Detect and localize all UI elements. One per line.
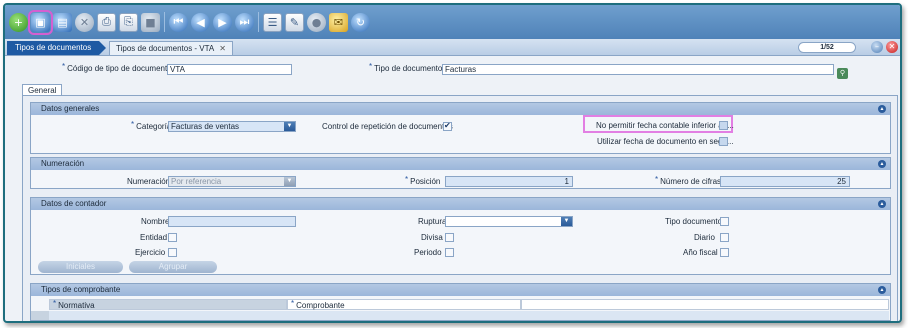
lookup-icon[interactable]: ⚲ [837, 68, 848, 79]
section-tipos-comprobante: Tipos de comprobante ▲ Normativa Comprob… [30, 283, 891, 321]
toolbar-separator [258, 12, 259, 32]
window-tabbar: Tipos de documentos Tipos de documentos … [5, 39, 900, 56]
collapse-icon[interactable]: ▲ [878, 160, 886, 168]
ruptura-label: Ruptura [418, 217, 447, 226]
section-numeracion: Numeración ▲ Numeración Por referencia ▼… [30, 157, 891, 189]
section-header[interactable]: Datos generales ▲ [31, 103, 890, 115]
last-icon[interactable]: ⏭ [235, 12, 254, 32]
categoria-select[interactable]: Facturas de ventas ▼ [168, 121, 296, 132]
posicion-label: Posición [405, 177, 440, 186]
cifras-label: Número de cifras [655, 177, 721, 186]
no-permitir-checkbox[interactable] [719, 121, 728, 130]
toolbar-separator [164, 12, 165, 32]
section-header[interactable]: Numeración ▲ [31, 158, 890, 170]
window-close-icon[interactable]: ✕ [886, 41, 898, 53]
section-header[interactable]: Tipos de comprobante ▲ [31, 284, 890, 296]
previous-icon[interactable]: ◀ [191, 12, 210, 32]
code-label: Código de tipo de documento [62, 64, 172, 73]
posicion-field[interactable]: 1 [445, 176, 573, 187]
entidad-label: Entidad [140, 233, 168, 242]
diario-checkbox[interactable] [720, 233, 729, 242]
section-header[interactable]: Datos de contador ▲ [31, 198, 890, 210]
print-icon[interactable]: ⎙ [97, 12, 116, 32]
attach-icon[interactable]: ✎ [285, 12, 304, 32]
document-icon[interactable]: ☰ [263, 12, 282, 32]
table-row[interactable] [49, 311, 889, 320]
save-close-icon[interactable]: ▤ [53, 12, 72, 32]
tipo-documento-checkbox[interactable] [720, 217, 729, 226]
ejercicio-label: Ejercicio [135, 248, 166, 257]
close-icon[interactable]: ✕ [219, 44, 226, 53]
agrupar-button[interactable]: Agrupar [129, 261, 217, 273]
collapse-icon[interactable]: ▲ [878, 200, 886, 208]
delete-icon[interactable]: ✕ [75, 12, 94, 32]
collapse-icon[interactable]: ▲ [878, 286, 886, 294]
numeracion-select[interactable]: Por referencia ▼ [168, 176, 296, 187]
next-icon[interactable]: ▶ [213, 12, 232, 32]
first-icon[interactable]: ⏮ [169, 12, 188, 32]
section-title: Tipos de comprobante [41, 285, 121, 294]
column-header-empty [521, 299, 889, 310]
column-label: Normativa [58, 301, 95, 310]
save-icon[interactable]: ▣ [28, 9, 53, 35]
type-label: Tipo de documento [369, 64, 442, 73]
control-checkbox[interactable] [443, 121, 452, 131]
utilizar-label: Utilizar fecha de documento en segu... [597, 137, 734, 146]
chevron-down-icon[interactable]: ▼ [561, 217, 572, 226]
chevron-down-icon[interactable]: ▼ [284, 122, 295, 131]
nombre-field[interactable] [168, 216, 296, 227]
utilizar-checkbox[interactable] [719, 137, 728, 146]
disabled-icon: ■ [141, 12, 160, 32]
periodo-label: Periodo [414, 248, 442, 257]
refresh-icon[interactable]: ↻ [351, 12, 370, 32]
section-datos-contador: Datos de contador ▲ Nombre Ruptura ▼ Tip… [30, 197, 891, 275]
column-header-comprobante[interactable]: Comprobante [287, 299, 521, 310]
tab-parent-label: Tipos de documentos [15, 43, 92, 52]
disabled-icon-2: ● [307, 12, 326, 32]
periodo-checkbox[interactable] [445, 248, 454, 257]
section-title: Numeración [41, 159, 85, 168]
numeracion-value: Por referencia [171, 177, 222, 186]
print-preview-icon[interactable]: ⎘ [119, 12, 138, 32]
tab-current[interactable]: Tipos de documentos - VTA ✕ [109, 41, 233, 55]
minimize-icon[interactable]: – [871, 41, 883, 53]
row-selector[interactable] [31, 311, 49, 320]
type-field[interactable]: Facturas [442, 64, 834, 75]
entidad-checkbox[interactable] [168, 233, 177, 242]
diario-label: Diario [694, 233, 715, 242]
nombre-label: Nombre [141, 217, 170, 226]
no-permitir-label: No permitir fecha contable inferior a f.… [596, 121, 734, 130]
toolbar: + ▣ ▤ ✕ ⎙ ⎘ ■ ⏮ ◀ ▶ ⏭ ☰ ✎ ● ✉ ↻ [5, 5, 900, 39]
record-pager: 1/52 [798, 42, 856, 53]
section-datos-generales: Datos generales ▲ Categoría Facturas de … [30, 102, 891, 154]
column-label: Comprobante [296, 301, 345, 310]
tab-parent[interactable]: Tipos de documentos [7, 41, 107, 55]
tipo-documento-label: Tipo documento [665, 217, 723, 226]
iniciales-button[interactable]: Iniciales [38, 261, 123, 273]
add-icon[interactable]: + [9, 12, 28, 32]
categoria-label: Categoría [131, 122, 171, 131]
numeracion-label: Numeración [127, 177, 171, 186]
anio-fiscal-checkbox[interactable] [720, 248, 729, 257]
ruptura-select[interactable]: ▼ [445, 216, 573, 227]
column-header-normativa[interactable]: Normativa [49, 299, 287, 310]
cifras-field[interactable]: 25 [720, 176, 850, 187]
anio-fiscal-label: Año fiscal [683, 248, 718, 257]
app-window: + ▣ ▤ ✕ ⎙ ⎘ ■ ⏮ ◀ ▶ ⏭ ☰ ✎ ● ✉ ↻ Tipos de… [3, 3, 902, 323]
email-icon[interactable]: ✉ [329, 12, 348, 32]
control-label: Control de repetición de documentos [322, 122, 453, 131]
ejercicio-checkbox[interactable] [168, 248, 177, 257]
divisa-label: Divisa [421, 233, 443, 242]
section-title: Datos de contador [41, 199, 107, 208]
divisa-checkbox[interactable] [445, 233, 454, 242]
collapse-icon[interactable]: ▲ [878, 105, 886, 113]
tab-current-label: Tipos de documentos - VTA [116, 44, 215, 53]
general-panel: Datos generales ▲ Categoría Facturas de … [22, 95, 898, 321]
section-title: Datos generales [41, 104, 100, 113]
categoria-value: Facturas de ventas [171, 122, 240, 131]
code-field[interactable]: VTA [167, 64, 292, 75]
chevron-down-icon[interactable]: ▼ [284, 177, 295, 186]
